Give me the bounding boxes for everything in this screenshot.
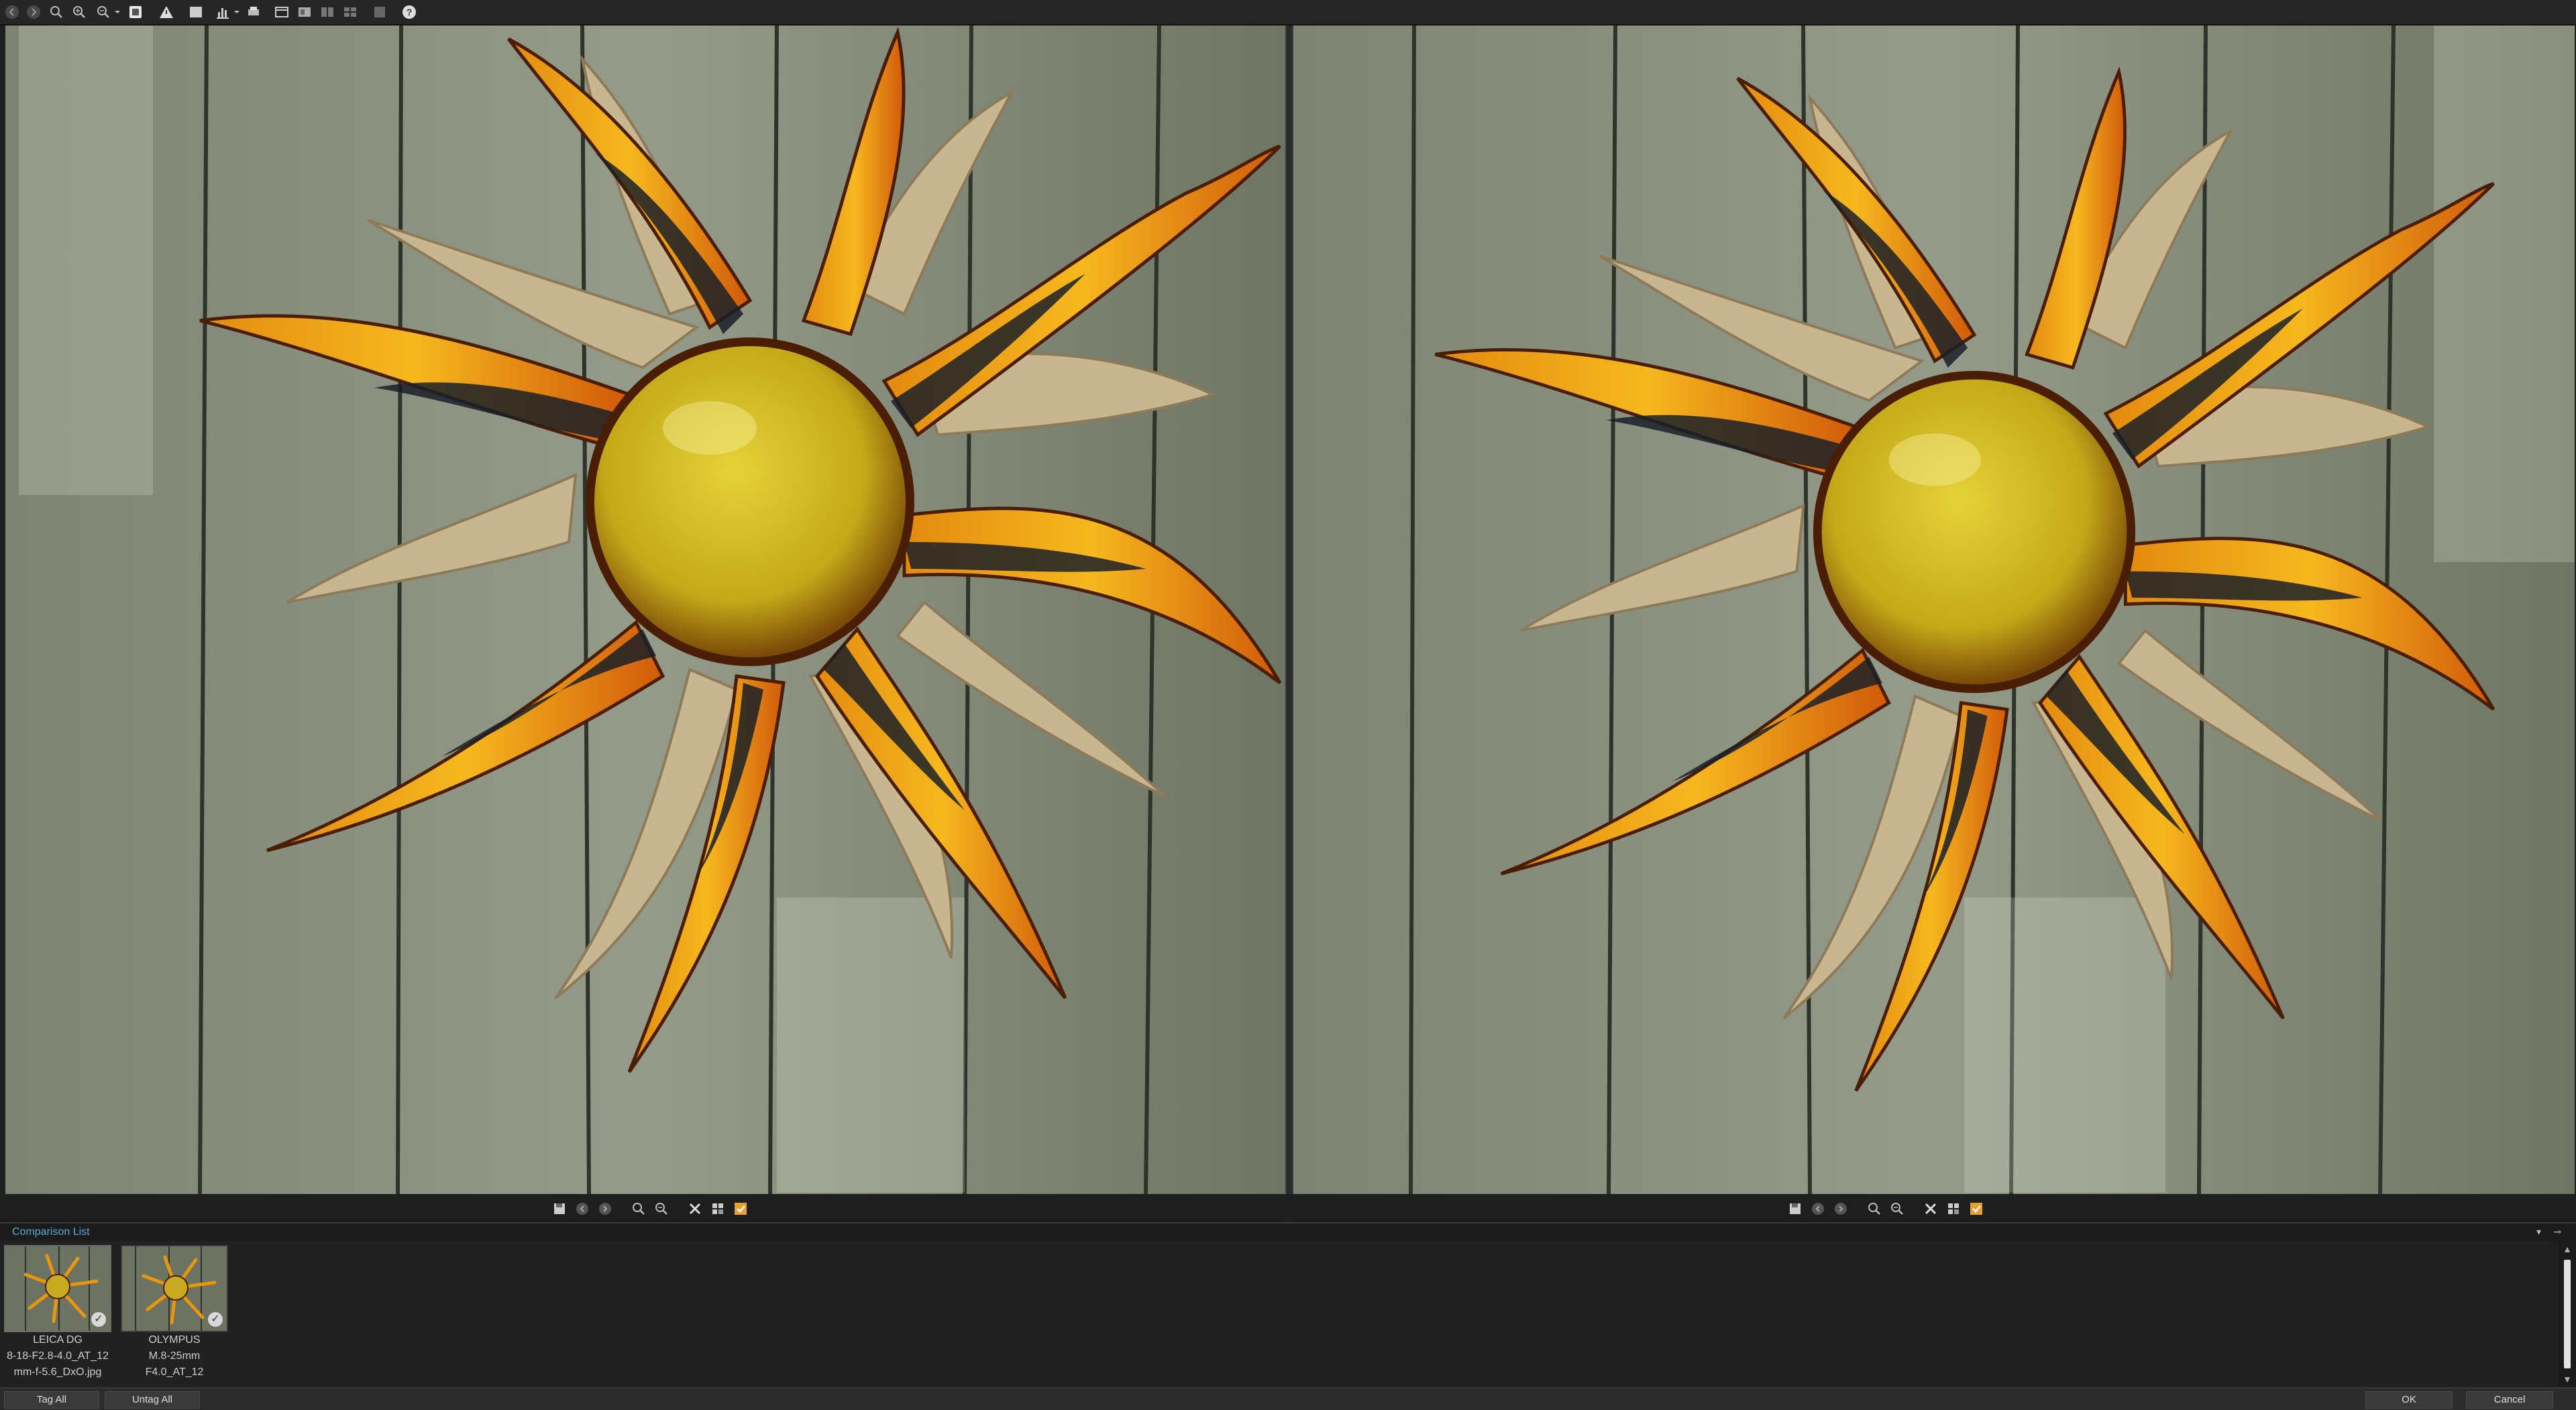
next-icon[interactable] — [1831, 1199, 1850, 1218]
thumbnail-image[interactable]: ✓ — [121, 1245, 228, 1332]
left-image-viewer[interactable] — [5, 25, 1285, 1194]
thumbnail-caption-line2: M.8-25mm — [148, 1350, 201, 1362]
zoom-in-icon[interactable] — [629, 1199, 648, 1218]
comparison-list-header: Comparison List ▾ ⊸ — [0, 1224, 2576, 1241]
copy-icon[interactable] — [126, 3, 145, 21]
untag-all-button[interactable]: Untag All — [105, 1391, 200, 1409]
chevron-down-icon[interactable]: ▾ — [2536, 1226, 2541, 1238]
histogram-icon[interactable] — [213, 3, 232, 21]
save-icon[interactable] — [1786, 1199, 1805, 1218]
layout-icon[interactable] — [295, 3, 314, 21]
zoom-out-icon[interactable] — [1888, 1199, 1907, 1218]
cancel-button[interactable]: Cancel — [2466, 1391, 2553, 1409]
frame-icon[interactable] — [186, 3, 205, 21]
thumbnail-caption-line1: OLYMPUS — [148, 1334, 201, 1346]
list-item[interactable]: ✓ LEICA DG 8-18-F2.8-4.0_AT_12 mm-f-5.6_… — [4, 1245, 111, 1380]
settings-icon[interactable] — [370, 3, 389, 21]
left-viewer-toolbar — [0, 1195, 1287, 1222]
scroll-thumb[interactable] — [2564, 1260, 2571, 1368]
zoom-out-icon[interactable] — [652, 1199, 671, 1218]
zoom-out-icon[interactable] — [94, 3, 113, 21]
svg-text:?: ? — [407, 7, 413, 17]
split-view-icon[interactable] — [318, 3, 337, 21]
zoom-in-icon[interactable] — [1865, 1199, 1884, 1218]
sun-wall-art-photo-olympus — [1293, 25, 2575, 1194]
window-icon[interactable] — [272, 3, 291, 21]
thumbnail-caption-line2: 8-18-F2.8-4.0_AT_12 — [7, 1350, 109, 1362]
tag-all-button[interactable]: Tag All — [4, 1391, 99, 1409]
sun-wall-art-photo-leica — [5, 25, 1285, 1194]
zoom-fit-icon[interactable] — [47, 3, 66, 21]
next-icon[interactable] — [596, 1199, 614, 1218]
right-viewer-toolbar — [1289, 1195, 2576, 1222]
viewer-divider[interactable] — [1285, 25, 1293, 1194]
tag-check-icon[interactable] — [731, 1199, 750, 1218]
main-toolbar: ? — [0, 0, 2576, 25]
tag-check-icon[interactable] — [1967, 1199, 1986, 1218]
print-icon[interactable] — [244, 3, 263, 21]
dialog-footer: Tag All Untag All OK Cancel — [0, 1387, 2576, 1410]
thumbnail-image[interactable]: ✓ — [4, 1245, 111, 1332]
close-icon[interactable] — [686, 1199, 704, 1218]
warning-icon[interactable] — [157, 3, 176, 21]
help-icon[interactable]: ? — [400, 3, 419, 21]
grid-icon[interactable] — [708, 1199, 727, 1218]
comparison-list-scrollbar[interactable]: ▲ ▼ — [2559, 1241, 2576, 1387]
zoom-in-icon[interactable] — [70, 3, 89, 21]
grid-icon[interactable] — [1944, 1199, 1963, 1218]
list-item[interactable]: ✓ OLYMPUS M.8-25mm F4.0_AT_12 — [121, 1245, 228, 1380]
tagged-check-icon[interactable]: ✓ — [208, 1312, 223, 1327]
tagged-check-icon[interactable]: ✓ — [91, 1312, 106, 1327]
pin-icon[interactable]: ⊸ — [2553, 1226, 2561, 1238]
chevron-down-icon[interactable] — [232, 3, 241, 21]
chevron-down-icon[interactable] — [113, 3, 122, 21]
back-icon[interactable] — [3, 3, 21, 21]
save-icon[interactable] — [550, 1199, 569, 1218]
close-icon[interactable] — [1921, 1199, 1940, 1218]
grid-view-icon[interactable] — [341, 3, 360, 21]
scroll-up-icon[interactable]: ▲ — [2559, 1241, 2576, 1257]
scroll-down-icon[interactable]: ▼ — [2559, 1371, 2576, 1387]
right-image-viewer[interactable] — [1293, 25, 2575, 1194]
comparison-list: ✓ LEICA DG 8-18-F2.8-4.0_AT_12 mm-f-5.6_… — [0, 1241, 2549, 1387]
thumbnail-caption-line1: LEICA DG — [33, 1334, 83, 1346]
prev-icon[interactable] — [573, 1199, 592, 1218]
thumbnail-caption-line3: F4.0_AT_12 — [145, 1366, 204, 1378]
ok-button[interactable]: OK — [2365, 1391, 2453, 1409]
comparison-list-title: Comparison List — [12, 1226, 90, 1238]
thumbnail-caption-line3: mm-f-5.6_DxO.jpg — [13, 1366, 102, 1378]
forward-icon[interactable] — [24, 3, 43, 21]
prev-icon[interactable] — [1809, 1199, 1827, 1218]
